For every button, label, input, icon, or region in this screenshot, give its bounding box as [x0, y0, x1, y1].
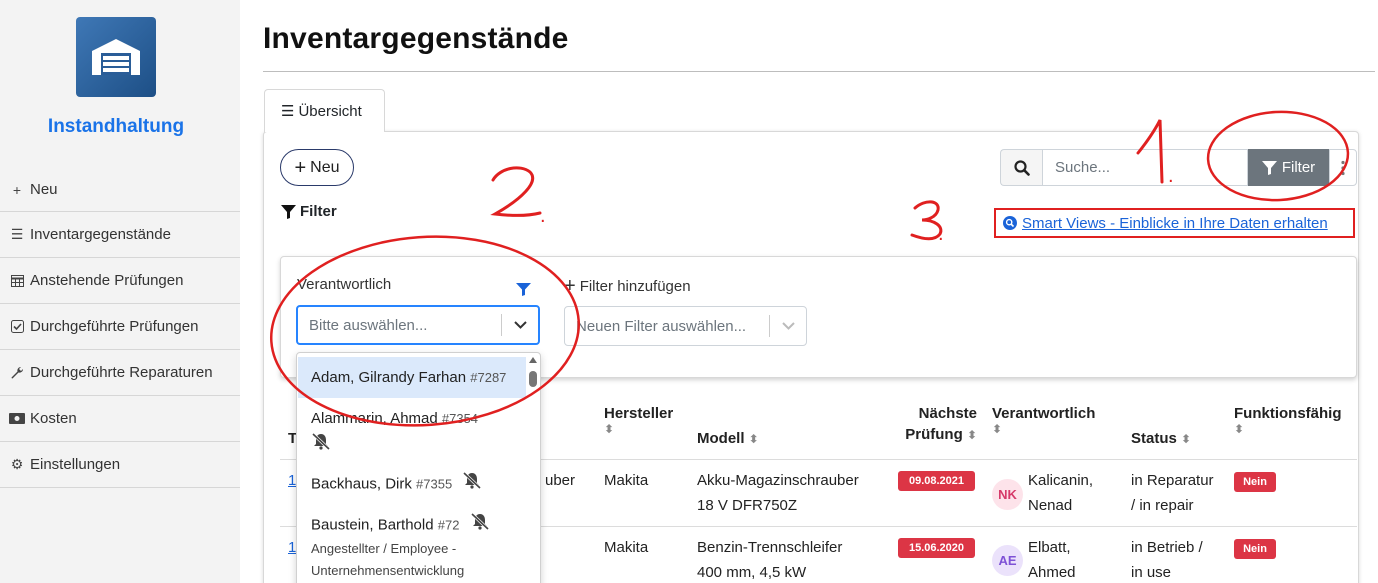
new-filter-select-placeholder: Neuen Filter auswählen...: [576, 317, 747, 335]
funnel-icon: [281, 204, 296, 219]
option-subtitle: Angestellter / Employee - Unternehmensen…: [311, 541, 465, 578]
tab-overview[interactable]: ☰ Übersicht: [264, 89, 385, 132]
responsible-select-placeholder: Bitte auswählen...: [309, 316, 428, 334]
sidebar: Instandhaltung + Neu ☰ Inventargegenstän…: [0, 0, 240, 583]
new-button[interactable]: + Neu: [280, 149, 354, 186]
bell-slash-icon: [462, 471, 482, 497]
tab-label: Übersicht: [298, 102, 362, 120]
checkbox-icon: [8, 320, 26, 333]
filter-heading-label: Filter: [300, 203, 337, 220]
funnel-icon: [1261, 160, 1277, 175]
row-manufacturer: Makita: [604, 472, 649, 489]
wrench-icon: [8, 366, 26, 380]
sidebar-item-label: Anstehende Prüfungen: [30, 272, 184, 289]
sidebar-item-completed-checks[interactable]: Durchgeführte Prüfungen: [0, 304, 240, 350]
sidebar-item-settings[interactable]: ⚙ Einstellungen: [0, 442, 240, 488]
sort-icon: ⬍: [992, 422, 1003, 436]
sidebar-item-completed-repairs[interactable]: Durchgeführte Reparaturen: [0, 350, 240, 396]
row-type-cell: uber: [545, 472, 576, 489]
sidebar-item-label: Inventargegenstände: [30, 226, 171, 243]
new-filter-select[interactable]: Neuen Filter auswählen...: [564, 306, 807, 346]
avatar: AE: [992, 545, 1023, 576]
calendar-icon: [8, 274, 26, 287]
responsible-filter-label: Verantwortlich: [297, 276, 392, 293]
dropdown-scrollbar[interactable]: [529, 371, 537, 387]
next-check-badge: 15.06.2020: [898, 538, 975, 558]
functional-badge: Nein: [1234, 539, 1276, 559]
filter-button[interactable]: Filter: [1248, 149, 1329, 186]
bell-slash-icon: [311, 432, 526, 454]
avatar: NK: [992, 479, 1023, 510]
row-model: Akku-Magazinschrauber 18 V DFR750Z: [697, 472, 859, 514]
filter-button-label: Filter: [1281, 159, 1316, 176]
page-title: Inventargegenstände: [263, 22, 569, 55]
functional-badge: Nein: [1234, 472, 1276, 492]
column-header-model[interactable]: Modell ⬍: [697, 430, 759, 447]
search-group: Filter: [1000, 149, 1357, 186]
row-model: Benzin-Trennschleifer 400 mm, 4,5 kW: [697, 539, 843, 581]
responsible-dropdown-menu: Adam, Gilrandy Farhan #7287 Alammarin, A…: [296, 352, 541, 583]
sort-icon: ⬍: [1181, 432, 1192, 446]
responsible-select[interactable]: Bitte auswählen...: [296, 305, 540, 345]
sidebar-item-upcoming-checks[interactable]: Anstehende Prüfungen: [0, 258, 240, 304]
sort-icon: ⬍: [966, 428, 977, 442]
search-icon[interactable]: [1000, 149, 1042, 186]
dropdown-option[interactable]: Alammarin, Ahmad #7354: [298, 407, 526, 454]
plus-icon: +: [564, 275, 576, 297]
new-button-label: Neu: [310, 158, 340, 176]
more-options-button[interactable]: [1329, 149, 1357, 186]
money-icon: [8, 413, 26, 424]
sidebar-item-label: Einstellungen: [30, 456, 121, 473]
app-logo[interactable]: [76, 17, 156, 97]
list-icon: ☰: [281, 103, 295, 120]
bell-slash-icon: [470, 512, 490, 538]
chevron-down-icon[interactable]: [502, 321, 538, 329]
gear-icon: ⚙: [10, 456, 24, 472]
column-header-next-check[interactable]: Nächste Prüfung ⬍: [900, 405, 977, 443]
sidebar-item-label: Neu: [30, 181, 58, 198]
dropdown-option[interactable]: Backhaus, Dirk #7355: [298, 471, 526, 497]
sort-icon: ⬍: [1234, 422, 1245, 436]
row-status: in Reparatur / in repair: [1131, 472, 1214, 514]
sidebar-nav: + Neu ☰ Inventargegenstände Anstehende P…: [0, 168, 240, 488]
smart-views-box: Smart Views - Einblicke in Ihre Daten er…: [994, 208, 1355, 238]
row-manufacturer: Makita: [604, 539, 649, 556]
sidebar-item-label: Kosten: [30, 410, 77, 427]
plus-icon: +: [12, 181, 22, 198]
sort-icon: ⬍: [604, 422, 615, 436]
plus-icon: +: [294, 156, 307, 179]
sidebar-item-costs[interactable]: Kosten: [0, 396, 240, 442]
funnel-icon[interactable]: [516, 283, 531, 296]
list-icon: ☰: [10, 226, 24, 242]
title-divider: [263, 71, 1375, 72]
next-check-badge: 09.08.2021: [898, 471, 975, 491]
row-responsible: Kalicanin, Nenad: [1028, 472, 1094, 514]
garage-icon: [92, 39, 140, 75]
column-header-status[interactable]: Status ⬍: [1131, 430, 1191, 447]
scroll-up-icon[interactable]: [529, 357, 537, 363]
filter-heading[interactable]: Filter: [281, 203, 337, 220]
row-status: in Betrieb / in use: [1131, 539, 1203, 581]
add-filter-text: Filter hinzufügen: [579, 277, 691, 295]
search-input[interactable]: [1042, 149, 1248, 186]
sidebar-item-label: Durchgeführte Prüfungen: [30, 318, 199, 335]
column-header-responsible[interactable]: Verantwortlich ⬍: [992, 405, 1095, 436]
row-responsible: Elbatt, Ahmed: [1028, 539, 1076, 581]
column-header-functional[interactable]: Funktionsfähig ⬍: [1234, 405, 1342, 436]
search-circle-icon: [1003, 216, 1017, 230]
app-name[interactable]: Instandhaltung: [0, 116, 232, 138]
vertical-dots-icon: [1341, 160, 1345, 175]
dropdown-option[interactable]: Adam, Gilrandy Farhan #7287: [298, 357, 526, 398]
dropdown-option[interactable]: Baustein, Barthold #72 Angestellter / Em…: [298, 512, 526, 582]
sidebar-item-new[interactable]: + Neu: [0, 168, 240, 212]
add-filter-label: + Filter hinzufügen: [564, 276, 691, 296]
column-header-manufacturer[interactable]: Hersteller ⬍: [604, 405, 673, 436]
smart-views-link[interactable]: Smart Views - Einblicke in Ihre Daten er…: [1022, 215, 1328, 232]
chevron-down-icon[interactable]: [770, 322, 806, 330]
sidebar-item-label: Durchgeführte Reparaturen: [30, 364, 213, 381]
sidebar-item-inventory[interactable]: ☰ Inventargegenstände: [0, 212, 240, 258]
sort-icon: ⬍: [748, 432, 759, 446]
